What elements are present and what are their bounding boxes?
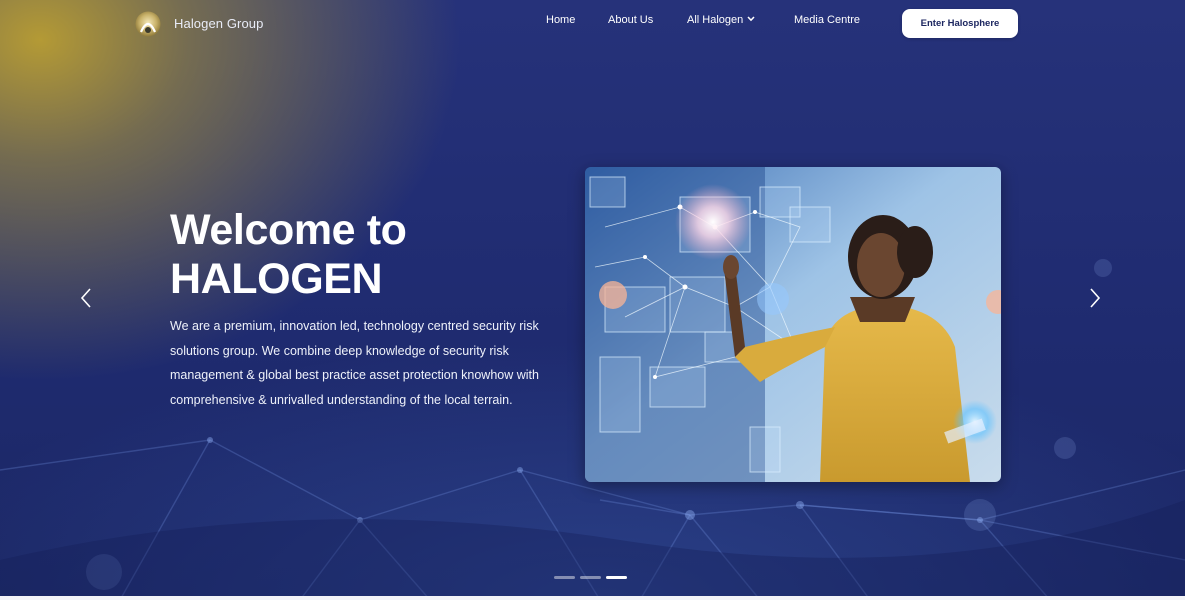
nav-home-link[interactable]: Home xyxy=(546,14,575,26)
hero-page: Halogen Group Home About Us All Halogen … xyxy=(0,0,1185,600)
halogen-logo-icon[interactable] xyxy=(134,10,162,38)
top-navbar: Halogen Group Home About Us All Halogen … xyxy=(0,0,1185,46)
chevron-down-icon xyxy=(747,16,755,22)
hero-title: Welcome to HALOGEN xyxy=(170,206,550,304)
bottom-edge-strip xyxy=(0,596,1185,600)
nav-all-halogen-label: All Halogen xyxy=(687,14,744,26)
nav-all-halogen-dropdown[interactable]: All Halogen xyxy=(687,14,755,26)
hero-title-line-1: Welcome to xyxy=(170,206,407,254)
hero-image xyxy=(585,167,1001,482)
chevron-right-icon[interactable] xyxy=(1085,286,1105,310)
nav-about-link[interactable]: About Us xyxy=(608,14,653,26)
carousel-indicator-3[interactable] xyxy=(606,576,627,579)
hero-description: We are a premium, innovation led, techno… xyxy=(170,319,539,407)
carousel-indicator-1[interactable] xyxy=(554,576,575,579)
brand-name[interactable]: Halogen Group xyxy=(174,16,263,31)
nav-media-centre-link[interactable]: Media Centre xyxy=(794,14,860,26)
carousel-indicator-2[interactable] xyxy=(580,576,601,579)
enter-halosphere-button[interactable]: Enter Halosphere xyxy=(902,9,1018,38)
chevron-left-icon[interactable] xyxy=(77,286,97,310)
hero-title-line-2: HALOGEN xyxy=(170,255,383,303)
woman-touching-holographic-interface-image xyxy=(585,167,1001,482)
